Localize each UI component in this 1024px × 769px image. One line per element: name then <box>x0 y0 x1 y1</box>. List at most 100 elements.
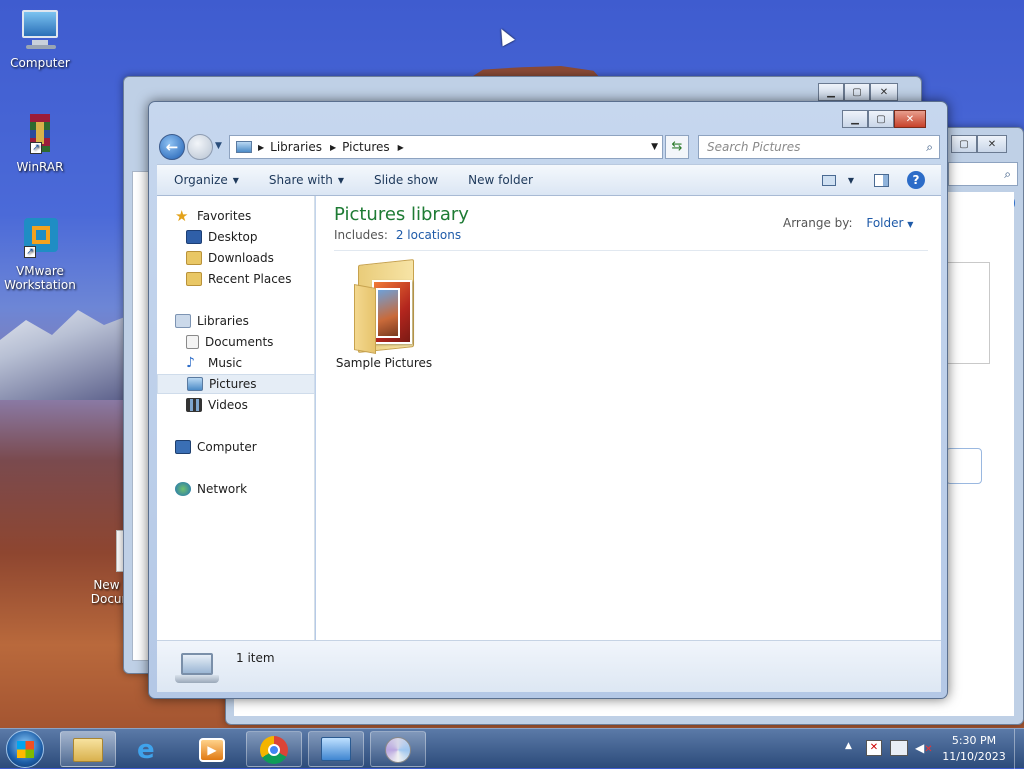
caption-buttons: ▢ ✕ <box>951 135 1007 155</box>
library-title: Pictures library <box>334 204 469 225</box>
nav-pictures[interactable]: Pictures <box>157 374 315 394</box>
chevron-right-icon[interactable]: ▶ <box>330 143 336 152</box>
network-status-icon[interactable] <box>890 740 908 756</box>
media-player-icon: ▶ <box>199 738 225 762</box>
search-icon[interactable]: ⌕ <box>926 140 933 155</box>
back-button[interactable]: ← <box>159 134 185 160</box>
desktop-icon-vmware[interactable]: ↗ VMware Workstation <box>0 216 80 292</box>
desktop-icon-winrar[interactable]: ↗ WinRAR <box>0 112 80 174</box>
organize-button[interactable]: Organize ▼ <box>157 165 254 195</box>
chevron-down-icon: ▼ <box>337 175 344 185</box>
show-desktop-button[interactable] <box>1014 729 1024 769</box>
address-bar[interactable]: ▶ Libraries ▶ Pictures ▶ ▼ <box>229 135 663 159</box>
breadcrumb-pictures[interactable]: Pictures <box>342 140 390 154</box>
nav-documents[interactable]: Documents <box>157 332 315 352</box>
nav-libraries[interactable]: Libraries <box>157 311 315 331</box>
close-button[interactable]: ✕ <box>977 135 1007 153</box>
caption-buttons: ▁ ▢ ✕ <box>818 83 898 103</box>
maximize-button[interactable]: ▢ <box>844 83 870 101</box>
help-button[interactable]: ? <box>903 165 941 195</box>
nav-desktop[interactable]: Desktop <box>157 227 315 247</box>
nav-label: Computer <box>197 440 257 454</box>
chevron-right-icon[interactable]: ▶ <box>258 143 264 152</box>
search-input[interactable]: Search Pictures ⌕ <box>698 135 940 159</box>
winrar-icon: ↗ <box>16 112 64 156</box>
nav-favorites[interactable]: ★ Favorites <box>157 206 315 226</box>
locations-link[interactable]: 2 locations <box>396 228 461 242</box>
nav-label: Documents <box>205 335 274 349</box>
nav-music[interactable]: ♪ Music <box>157 353 315 373</box>
input-box[interactable] <box>946 448 982 484</box>
forward-button[interactable] <box>187 134 213 160</box>
nav-label: Recent Places <box>208 272 292 286</box>
arrange-by: Arrange by: Folder ▼ <box>783 216 913 230</box>
documents-icon <box>186 335 199 349</box>
minimize-button[interactable]: ▁ <box>842 110 868 128</box>
start-button[interactable] <box>6 730 44 768</box>
taskbar-media-player[interactable]: ▶ <box>184 731 240 767</box>
preview-pane-icon <box>874 173 889 187</box>
desktop-icon-computer[interactable]: Computer <box>0 8 80 70</box>
item-count: 1 item <box>236 651 275 665</box>
explorer-window[interactable]: ▁ ▢ ✕ ← ▼ ▶ Libraries ▶ Pictures ▶ ▼ ⇆ S… <box>148 101 948 699</box>
close-button[interactable]: ✕ <box>870 83 898 101</box>
taskbar-disc-burner[interactable] <box>370 731 426 767</box>
nav-label: Videos <box>208 398 248 412</box>
maximize-button[interactable]: ▢ <box>951 135 977 153</box>
command-bar: Organize ▼ Share with ▼ Slide show New fol… <box>157 164 941 196</box>
action-center-icon[interactable]: ✕ <box>866 740 882 756</box>
vmware-icon: ↗ <box>16 216 64 260</box>
clock[interactable]: 5:30 PM 11/10/2023 <box>940 733 1008 765</box>
folder-label: Sample Pictures <box>335 356 433 370</box>
taskbar-control-panel[interactable] <box>308 731 364 767</box>
share-with-label: Share with <box>268 173 333 187</box>
arrange-dropdown[interactable]: Folder ▼ <box>866 216 913 230</box>
taskbar-chrome[interactable] <box>246 731 302 767</box>
minimize-button[interactable]: ▁ <box>818 83 844 101</box>
recent-pages-dropdown[interactable]: ▼ <box>215 141 222 151</box>
music-icon: ♪ <box>186 355 195 371</box>
refresh-button[interactable]: ⇆ <box>665 135 689 159</box>
star-icon: ★ <box>175 207 189 225</box>
share-with-button[interactable]: Share with ▼ <box>254 165 359 195</box>
nav-recent-places[interactable]: Recent Places <box>157 269 315 289</box>
preview-pane-button[interactable] <box>860 165 903 195</box>
search-box[interactable]: ⌕ <box>948 162 1018 186</box>
nav-label: Downloads <box>208 251 274 265</box>
windows-logo-icon <box>17 741 34 758</box>
address-dropdown-icon[interactable]: ▼ <box>651 142 658 152</box>
chrome-icon <box>260 736 288 764</box>
organize-label: Organize <box>174 173 228 187</box>
nav-label: Network <box>197 482 248 496</box>
desktop-icon-label: VMware <box>16 264 64 278</box>
volume-muted-icon[interactable]: ◀✕ <box>915 740 933 756</box>
change-view-button[interactable]: ▼ <box>816 165 860 195</box>
chevron-right-icon[interactable]: ▶ <box>398 143 404 152</box>
folder-item[interactable]: Sample Pictures <box>334 259 434 370</box>
arrange-label: Arrange by: <box>783 216 853 230</box>
taskbar-internet-explorer[interactable]: e <box>122 731 178 767</box>
downloads-folder-icon <box>186 251 202 265</box>
nav-label: Music <box>208 356 243 370</box>
nav-videos[interactable]: Videos <box>157 395 315 415</box>
nav-computer[interactable]: Computer <box>157 437 315 457</box>
chevron-down-icon: ▼ <box>847 175 854 185</box>
nav-downloads[interactable]: Downloads <box>157 248 315 268</box>
includes-label: Includes: <box>334 228 388 242</box>
show-hidden-icons-button[interactable]: ▲ <box>845 741 852 751</box>
close-button[interactable]: ✕ <box>894 110 926 128</box>
view-icon <box>821 174 836 186</box>
breadcrumb-libraries[interactable]: Libraries <box>270 140 322 154</box>
clock-time: 5:30 PM <box>951 734 997 747</box>
chevron-down-icon: ▼ <box>232 175 239 185</box>
maximize-button[interactable]: ▢ <box>868 110 894 128</box>
videos-icon <box>186 398 202 412</box>
slide-show-button[interactable]: Slide show <box>359 165 453 195</box>
content-pane: Pictures library Includes: 2 locations A… <box>316 196 941 640</box>
new-folder-button[interactable]: New folder <box>453 165 548 195</box>
nav-network[interactable]: Network <box>157 479 315 499</box>
desktop-icon <box>186 230 202 244</box>
taskbar-explorer[interactable] <box>60 731 116 767</box>
nav-label: Desktop <box>208 230 258 244</box>
help-icon: ? <box>907 171 925 189</box>
